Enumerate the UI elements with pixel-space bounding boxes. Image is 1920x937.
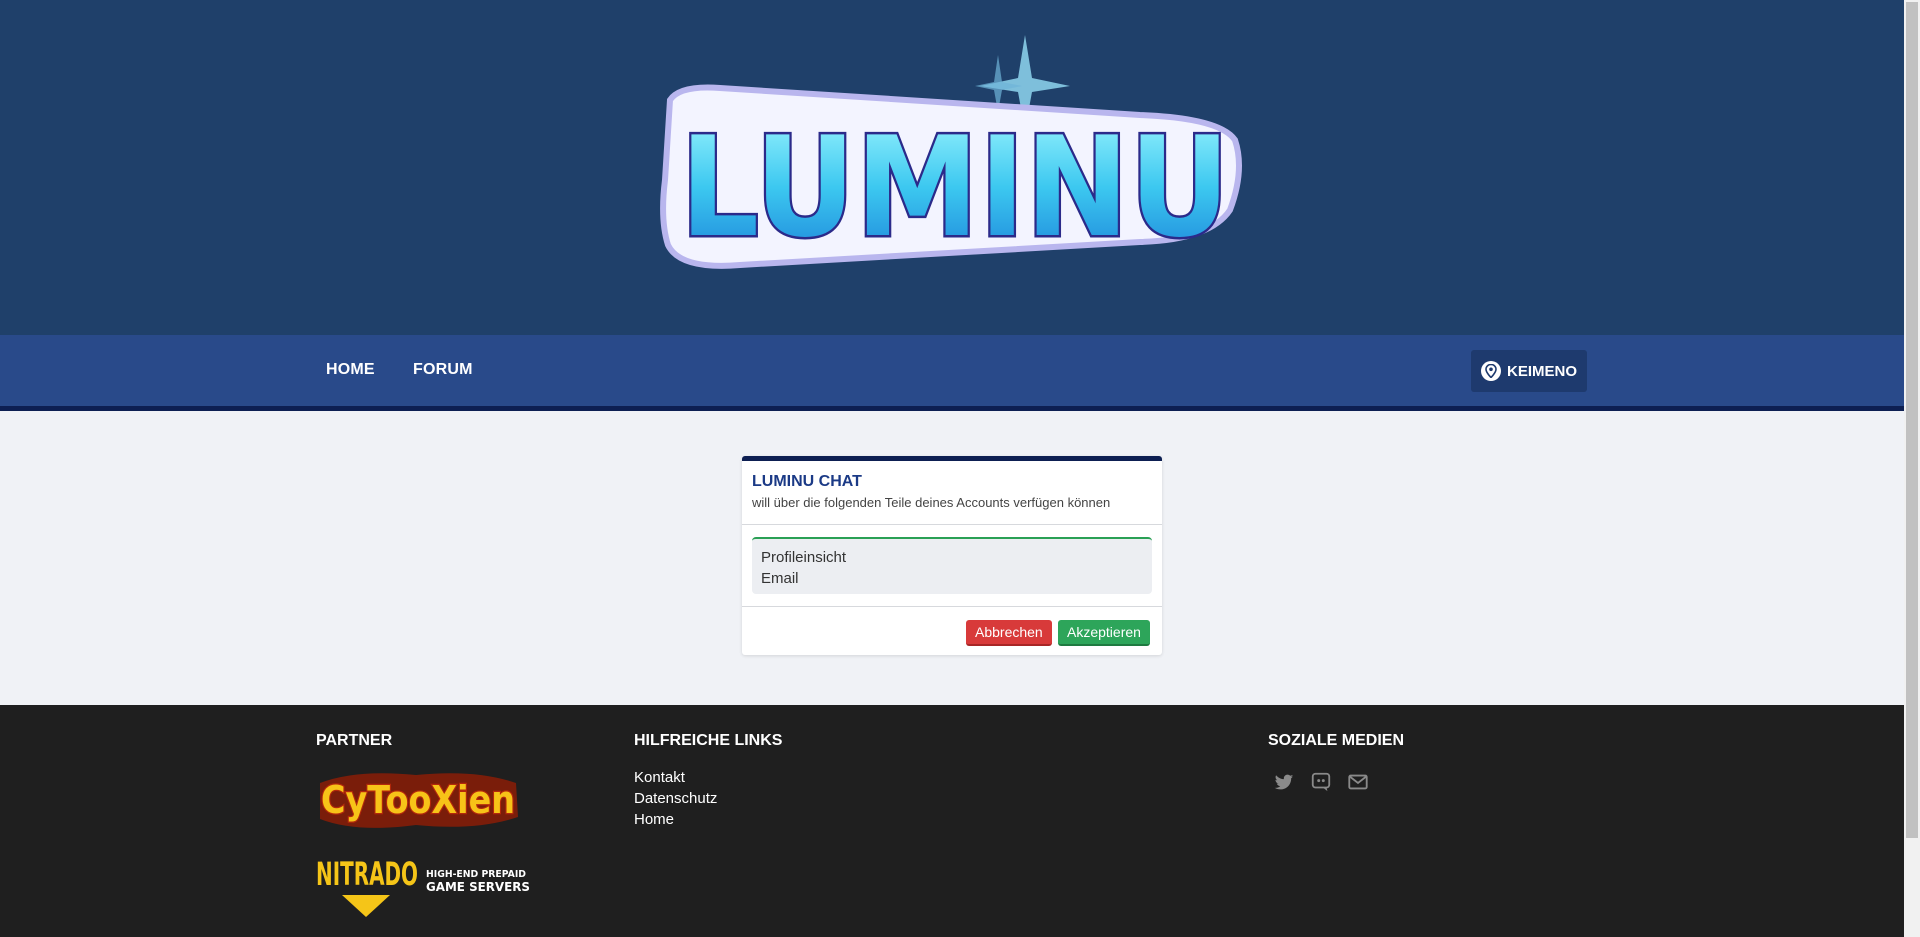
twitter-icon[interactable]: [1273, 771, 1295, 793]
vertical-scrollbar[interactable]: [1904, 0, 1920, 937]
logo-text: LUMINU: [680, 107, 1230, 268]
accept-button[interactable]: Akzeptieren: [1058, 620, 1150, 646]
cytooxien-logo[interactable]: CyTooXien: [316, 765, 521, 835]
permission-list: Profileinsicht Email: [752, 537, 1152, 594]
consent-description: will über die folgenden Teile deines Acc…: [752, 495, 1111, 510]
social-heading: SOZIALE MEDIEN: [1268, 732, 1405, 749]
cancel-button[interactable]: Abbrechen: [966, 620, 1052, 646]
footer-link-home[interactable]: Home: [634, 811, 674, 828]
user-menu-button[interactable]: KEIMENO: [1471, 350, 1587, 392]
nav-home-link[interactable]: HOME: [326, 361, 375, 379]
permission-item: Profileinsicht: [761, 549, 847, 566]
permission-item: Email: [761, 570, 799, 587]
nitrado-logo[interactable]: NITRADO HIGH-END PREPAID GAME SERVERS: [316, 855, 531, 917]
oauth-consent-card: LUMINU CHAT will über die folgenden Teil…: [742, 456, 1162, 655]
app-name: LUMINU CHAT: [752, 473, 862, 490]
footer-link-kontakt[interactable]: Kontakt: [634, 769, 685, 786]
discord-icon[interactable]: [1310, 771, 1332, 793]
nitrado-tagline-2: GAME SERVERS: [426, 880, 530, 894]
cytooxien-text: CyTooXien: [321, 778, 515, 822]
location-pin-icon: [1481, 361, 1501, 381]
user-name: KEIMENO: [1507, 362, 1578, 380]
luminu-logo[interactable]: LUMINU: [660, 30, 1260, 275]
footer-link-datenschutz[interactable]: Datenschutz: [634, 790, 717, 807]
nitrado-tagline-1: HIGH-END PREPAID: [426, 869, 526, 880]
links-heading: HILFREICHE LINKS: [634, 732, 783, 749]
partner-heading: PARTNER: [316, 732, 393, 749]
card-header: LUMINU CHAT will über die folgenden Teil…: [742, 461, 1162, 525]
card-footer: Abbrechen Akzeptieren: [742, 606, 1162, 653]
header-banner: LUMINU: [0, 0, 1904, 335]
scrollbar-thumb[interactable]: [1906, 2, 1918, 838]
nav-forum-link[interactable]: FORUM: [413, 361, 473, 379]
mail-icon[interactable]: [1347, 771, 1369, 793]
main-nav: HOME FORUM KEIMENO: [0, 335, 1904, 411]
nitrado-text: NITRADO: [316, 855, 418, 893]
page: LUMINU HOME FORUM KEIMENO LUMINU CHAT wi…: [0, 0, 1904, 937]
footer: PARTNER HILFREICHE LINKS SOZIALE MEDIEN …: [0, 705, 1904, 937]
